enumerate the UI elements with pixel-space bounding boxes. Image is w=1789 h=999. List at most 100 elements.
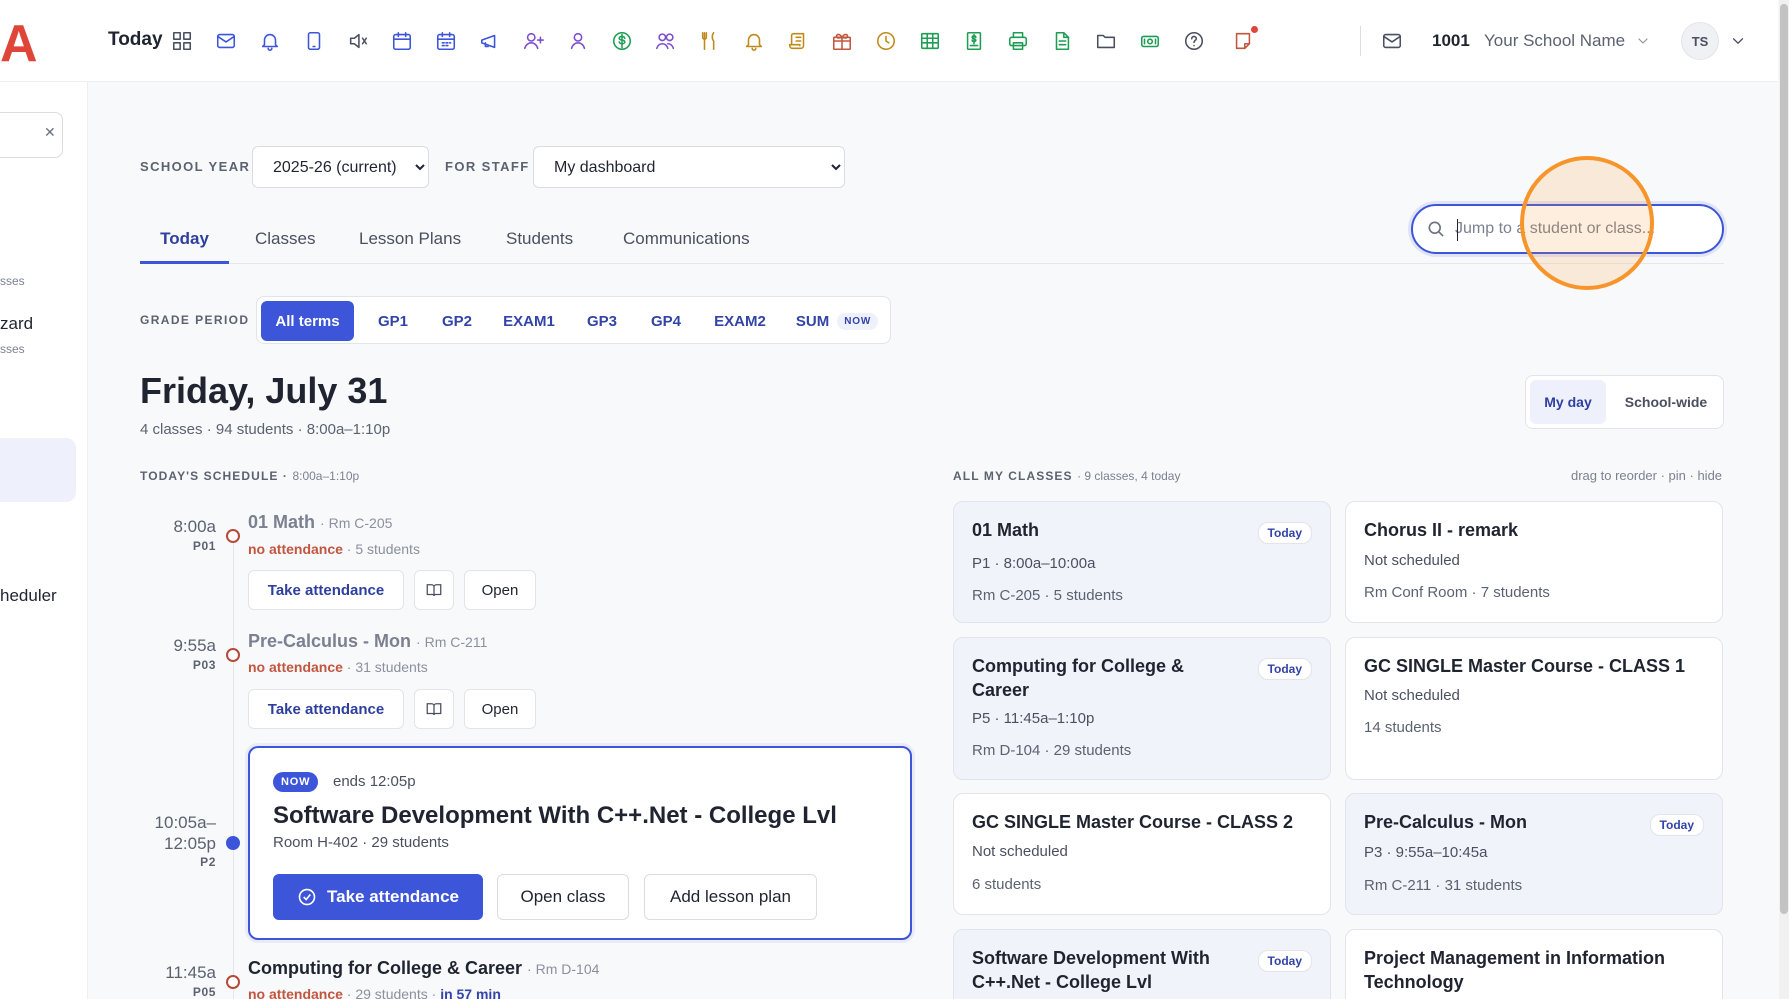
- take-attendance-button[interactable]: Take attendance: [248, 570, 404, 610]
- schedule-label: TODAY'S SCHEDULE · 8:00a–1:10p: [140, 469, 360, 483]
- page-title: Friday, July 31: [140, 370, 388, 411]
- open-class-button[interactable]: Open: [464, 689, 536, 729]
- view-my-day[interactable]: My day: [1530, 380, 1606, 424]
- user-icon[interactable]: [565, 28, 591, 54]
- student-count: · 31 students: [346, 659, 428, 675]
- close-icon[interactable]: ✕: [44, 125, 56, 141]
- school-number[interactable]: 1001: [1432, 31, 1470, 51]
- tab-today[interactable]: Today: [140, 226, 229, 264]
- bell-icon[interactable]: [257, 28, 283, 54]
- app-logo[interactable]: A: [0, 14, 38, 74]
- gift-icon[interactable]: [829, 28, 855, 54]
- class-card[interactable]: Software Development With C++.Net - Coll…: [953, 929, 1331, 999]
- day-summary: 4 classes · 94 students · 8:00a–1:10p: [140, 421, 391, 438]
- schedule-time-end: 12:05p: [164, 834, 216, 853]
- current-class-title[interactable]: Software Development With C++.Net - Coll…: [273, 802, 837, 830]
- scroll-icon[interactable]: [785, 28, 811, 54]
- lesson-book-button[interactable]: [414, 570, 454, 610]
- attendance-status: no attendance: [248, 541, 343, 557]
- text-caret: [1457, 219, 1458, 241]
- take-attendance-button[interactable]: Take attendance: [248, 689, 404, 729]
- sidebar-item-scheduler[interactable]: heduler: [0, 586, 57, 606]
- class-card-title: Computing for College & Career: [972, 656, 1184, 700]
- view-school-wide[interactable]: School-wide: [1612, 380, 1720, 424]
- current-class-card: NOW ends 12:05p Software Development Wit…: [248, 746, 912, 940]
- class-card-schedule: P1 · 8:00a–10:00a: [972, 555, 1096, 572]
- current-class-room: Room H-402 · 29 students: [273, 834, 449, 851]
- calendar-icon[interactable]: [389, 28, 415, 54]
- chevron-down-icon[interactable]: [1725, 28, 1751, 54]
- add-lesson-plan-button[interactable]: Add lesson plan: [644, 874, 817, 920]
- help-icon[interactable]: [1181, 28, 1207, 54]
- class-card-room: Rm D-104 · 29 students: [972, 742, 1132, 759]
- dollar-icon[interactable]: [609, 28, 635, 54]
- class-card[interactable]: Project Management in Information Techno…: [1345, 929, 1723, 999]
- today-link[interactable]: Today: [108, 29, 163, 51]
- add-user-icon[interactable]: [521, 28, 547, 54]
- lesson-book-button[interactable]: [414, 689, 454, 729]
- school-name-dropdown[interactable]: Your School Name: [1484, 31, 1625, 51]
- schedule-class-title[interactable]: Pre-Calculus - Mon · Rm C-211: [248, 631, 487, 652]
- schedule-class-title[interactable]: Computing for College & Career · Rm D-10…: [248, 958, 599, 979]
- sidebar-item-wizard[interactable]: zard: [0, 314, 33, 334]
- inbox-icon[interactable]: [1379, 28, 1405, 54]
- tab-classes[interactable]: Classes: [255, 226, 315, 264]
- sidebar: ✕ sses zard sses heduler: [0, 82, 88, 999]
- megaphone-icon[interactable]: [477, 28, 503, 54]
- class-card[interactable]: Pre-Calculus - Mon Today P3 · 9:55a–10:4…: [1345, 793, 1723, 915]
- grid-icon[interactable]: [169, 28, 195, 54]
- scrollbar-thumb[interactable]: [1780, 4, 1788, 914]
- avatar[interactable]: TS: [1681, 22, 1719, 60]
- class-card-title: Project Management in Information Techno…: [1364, 948, 1666, 992]
- class-card[interactable]: GC SINGLE Master Course - CLASS 2 Not sc…: [953, 793, 1331, 915]
- open-class-button[interactable]: Open class: [497, 874, 629, 920]
- printer-icon[interactable]: [1005, 28, 1031, 54]
- folder-icon[interactable]: [1093, 28, 1119, 54]
- tab-communications[interactable]: Communications: [623, 226, 750, 264]
- for-staff-select[interactable]: My dashboard: [533, 146, 845, 188]
- class-card[interactable]: GC SINGLE Master Course - CLASS 1 Not sc…: [1345, 637, 1723, 780]
- tablet-icon[interactable]: [301, 28, 327, 54]
- cash-icon[interactable]: [1137, 28, 1163, 54]
- mail-icon[interactable]: [213, 28, 239, 54]
- period-gp2[interactable]: GP2: [428, 301, 486, 341]
- class-card-schedule: Not scheduled: [972, 843, 1068, 860]
- utensils-icon[interactable]: [697, 28, 723, 54]
- period-sum[interactable]: SUM NOW: [787, 301, 887, 341]
- period-exam1[interactable]: EXAM1: [491, 301, 567, 341]
- calendar-grid-icon[interactable]: [433, 28, 459, 54]
- class-card[interactable]: 01 Math Today P1 · 8:00a–10:00a Rm C-205…: [953, 501, 1331, 623]
- schedule-time: 10:05a–: [154, 813, 216, 832]
- take-attendance-primary-button[interactable]: Take attendance: [273, 874, 483, 920]
- invoice-icon[interactable]: [961, 28, 987, 54]
- class-card-title: Software Development With C++.Net - Coll…: [972, 948, 1210, 992]
- timeline-dot: [226, 975, 240, 989]
- period-sum-label: SUM: [795, 312, 830, 330]
- tab-students[interactable]: Students: [506, 226, 573, 264]
- mute-icon[interactable]: [345, 28, 371, 54]
- tab-lesson-plans[interactable]: Lesson Plans: [359, 226, 461, 264]
- sidebar-item-active[interactable]: [0, 438, 76, 502]
- alarm-icon[interactable]: [741, 28, 767, 54]
- schedule-time: 9:55a: [173, 636, 216, 655]
- school-year-select[interactable]: 2025-26 (current): [252, 146, 429, 188]
- period-exam2[interactable]: EXAM2: [701, 301, 779, 341]
- search-icon: [1428, 221, 1444, 237]
- clock-icon[interactable]: [873, 28, 899, 54]
- document-icon[interactable]: [1049, 28, 1075, 54]
- chevron-down-icon[interactable]: [1630, 28, 1656, 54]
- period-gp3[interactable]: GP3: [573, 301, 631, 341]
- class-card[interactable]: Chorus II - remark Not scheduled Rm Conf…: [1345, 501, 1723, 623]
- period-all-terms[interactable]: All terms: [261, 301, 354, 341]
- schedule-class-title[interactable]: 01 Math · Rm C-205: [248, 512, 392, 533]
- open-class-button[interactable]: Open: [464, 570, 536, 610]
- period-gp4[interactable]: GP4: [637, 301, 695, 341]
- timeline-dot: [226, 529, 240, 543]
- schedule-period: P01: [192, 539, 216, 553]
- schedule-time: 11:45a: [165, 963, 216, 982]
- period-gp1[interactable]: GP1: [364, 301, 422, 341]
- class-card[interactable]: Computing for College & Career Today P5 …: [953, 637, 1331, 780]
- table-icon[interactable]: [917, 28, 943, 54]
- group-icon[interactable]: [653, 28, 679, 54]
- ends-time: ends 12:05p: [333, 773, 416, 790]
